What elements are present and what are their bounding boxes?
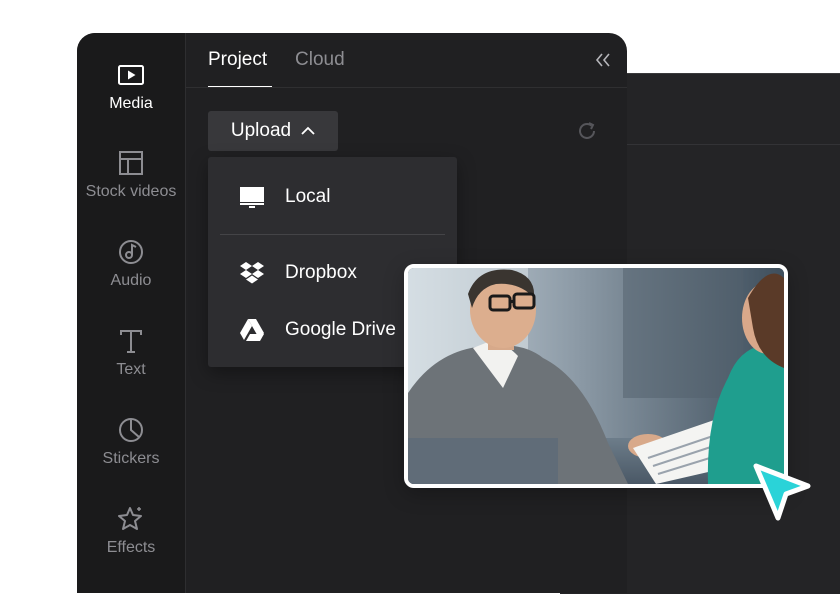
google-drive-icon — [239, 317, 265, 343]
refresh-icon[interactable] — [575, 119, 599, 143]
sidebar-item-audio[interactable]: Audio — [77, 238, 185, 290]
monitor-icon — [239, 184, 265, 210]
text-icon — [117, 327, 145, 355]
tab-cloud[interactable]: Cloud — [295, 49, 345, 71]
sidebar-item-label: Effects — [106, 539, 156, 556]
menu-item-label: Dropbox — [285, 262, 357, 283]
sidebar-item-text[interactable]: Text — [77, 327, 185, 379]
sidebar: Media Stock videos Audio Text Stickers E… — [77, 33, 186, 593]
business-meeting-photo — [408, 268, 784, 484]
menu-divider — [220, 234, 445, 235]
layout-icon — [117, 149, 145, 177]
mouse-cursor-icon — [753, 463, 811, 521]
menu-item-local[interactable]: Local — [208, 177, 457, 217]
sidebar-item-label: Audio — [110, 272, 152, 289]
play-icon — [117, 61, 145, 89]
music-note-icon — [117, 238, 145, 266]
upload-button-label: Upload — [230, 120, 292, 141]
sidebar-item-stock-videos[interactable]: Stock videos — [77, 149, 185, 201]
dropbox-icon — [239, 260, 265, 286]
sidebar-item-stickers[interactable]: Stickers — [77, 416, 185, 468]
chevron-up-icon — [301, 120, 315, 142]
menu-item-label: Google Drive — [285, 319, 396, 340]
sidebar-item-label: Stock videos — [85, 183, 177, 200]
collapse-panel-icon[interactable] — [593, 50, 613, 70]
sidebar-item-media[interactable]: Media — [77, 61, 185, 113]
sticker-icon — [117, 416, 145, 444]
upload-button[interactable]: Upload — [208, 111, 338, 151]
media-thumbnail[interactable] — [404, 264, 788, 488]
sparkle-icon — [117, 505, 145, 533]
sidebar-item-label: Stickers — [102, 450, 160, 467]
tab-divider — [186, 87, 627, 88]
sidebar-item-label: Text — [116, 361, 146, 378]
tab-project[interactable]: Project — [208, 49, 267, 71]
sidebar-item-effects[interactable]: Effects — [77, 505, 185, 557]
sidebar-item-label: Media — [109, 95, 153, 112]
menu-item-label: Local — [285, 186, 331, 207]
